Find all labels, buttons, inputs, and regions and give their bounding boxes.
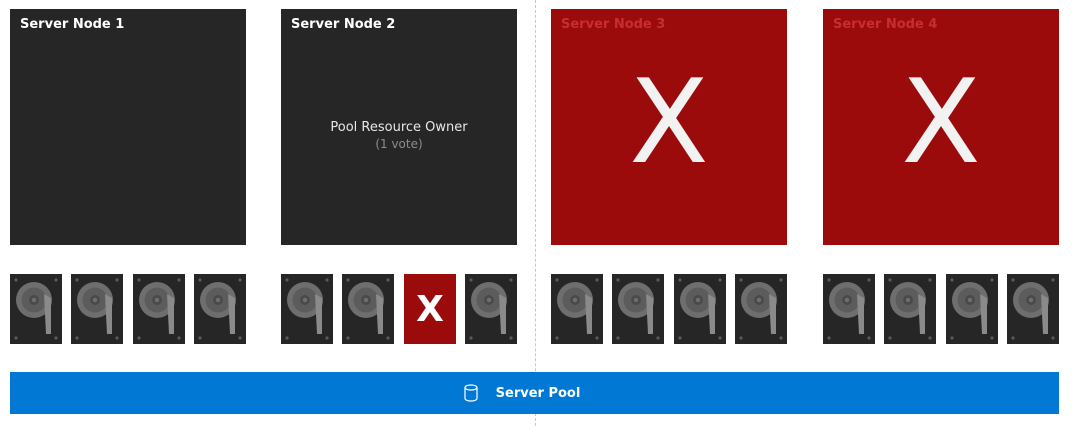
failed-x-icon: X <box>416 289 444 330</box>
hard-disk-icon <box>950 278 994 340</box>
disk <box>10 274 62 344</box>
server-node-2-title: Server Node 2 <box>291 17 396 32</box>
failed-disk: X <box>404 274 456 344</box>
hard-disk-icon <box>678 278 722 340</box>
disk <box>1007 274 1059 344</box>
disk <box>465 274 517 344</box>
disk <box>281 274 333 344</box>
site-divider <box>535 0 536 426</box>
disk <box>194 274 246 344</box>
hard-disk-icon <box>616 278 660 340</box>
server-node-2: Server Node 2 Pool Resource Owner (1 vot… <box>281 9 517 245</box>
disk <box>946 274 998 344</box>
server-node-1-title: Server Node 1 <box>20 17 125 32</box>
hard-disk-icon <box>469 278 513 340</box>
disk <box>71 274 123 344</box>
hard-disk-icon <box>888 278 932 340</box>
pool-resource-owner-label: Pool Resource Owner <box>330 120 468 135</box>
hard-disk-icon <box>14 278 58 340</box>
server-node-3: Server Node 3 X <box>551 9 787 245</box>
pool-resource-owner: Pool Resource Owner (1 vote) <box>281 120 517 152</box>
failed-x-icon: X <box>629 55 709 190</box>
server-node-3-title: Server Node 3 <box>561 17 666 32</box>
hard-disk-icon <box>137 278 181 340</box>
server-node-4-title: Server Node 4 <box>833 17 938 32</box>
disk <box>823 274 875 344</box>
vote-count-label: (1 vote) <box>375 137 423 151</box>
disk <box>735 274 787 344</box>
hard-disk-icon <box>198 278 242 340</box>
hard-disk-icon <box>1011 278 1055 340</box>
hard-disk-icon <box>75 278 119 340</box>
disk <box>612 274 664 344</box>
hard-disk-icon <box>555 278 599 340</box>
disk <box>674 274 726 344</box>
disk <box>342 274 394 344</box>
database-icon <box>464 384 478 402</box>
hard-disk-icon <box>346 278 390 340</box>
server-node-1: Server Node 1 <box>10 9 246 245</box>
hard-disk-icon <box>739 278 783 340</box>
disk <box>133 274 185 344</box>
server-pool-bar: Server Pool <box>10 372 1059 414</box>
failed-x-icon: X <box>901 55 981 190</box>
server-pool-label: Server Pool <box>495 385 581 401</box>
server-node-4: Server Node 4 X <box>823 9 1059 245</box>
hard-disk-icon <box>285 278 329 340</box>
disk <box>551 274 603 344</box>
hard-disk-icon <box>827 278 871 340</box>
disk <box>884 274 936 344</box>
